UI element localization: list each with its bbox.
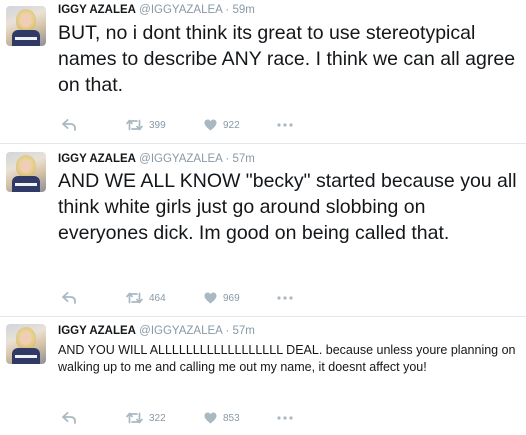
more-button[interactable]: [277, 290, 293, 306]
like-count: 922: [223, 119, 240, 131]
timestamp[interactable]: 59m: [232, 4, 254, 16]
timestamp[interactable]: 57m: [232, 153, 254, 165]
reply-button[interactable]: [62, 117, 76, 133]
tweet-header: IGGY AZALEA @IGGYAZALEA · 57m: [58, 324, 255, 338]
more-button[interactable]: [277, 410, 293, 426]
heart-icon: [204, 292, 217, 304]
retweet-button[interactable]: 399: [126, 117, 166, 133]
like-count: 853: [223, 412, 240, 424]
username-handle[interactable]: @IGGYAZALEA: [139, 4, 222, 16]
tweet-actions: 322 853: [58, 410, 358, 426]
username-handle[interactable]: @IGGYAZALEA: [139, 325, 222, 337]
tweet-header: IGGY AZALEA @IGGYAZALEA · 57m: [58, 152, 255, 166]
like-button[interactable]: 969: [204, 290, 240, 306]
separator-dot: ·: [225, 153, 230, 165]
separator-dot: ·: [225, 325, 230, 337]
like-count: 969: [223, 292, 240, 304]
more-dots-icon: [277, 416, 293, 420]
reply-icon: [62, 412, 76, 424]
heart-icon: [204, 119, 217, 131]
heart-icon: [204, 412, 217, 424]
reply-icon: [62, 119, 76, 131]
retweet-count: 322: [149, 412, 166, 424]
tweet-actions: 399 922: [58, 117, 358, 133]
tweet-text: AND YOU WILL ALLLLLLLLLLLLLLLLLL DEAL. b…: [58, 343, 516, 374]
username-handle[interactable]: @IGGYAZALEA: [139, 153, 222, 165]
display-name[interactable]: IGGY AZALEA: [58, 153, 136, 165]
tweet: IGGY AZALEA @IGGYAZALEA · 57m AND YOU WI…: [0, 316, 526, 435]
retweet-button[interactable]: 322: [126, 410, 166, 426]
display-name[interactable]: IGGY AZALEA: [58, 325, 136, 337]
reply-button[interactable]: [62, 290, 76, 306]
timestamp[interactable]: 57m: [232, 325, 254, 337]
retweet-count: 399: [149, 119, 166, 131]
tweet-header: IGGY AZALEA @IGGYAZALEA · 59m: [58, 3, 255, 17]
more-dots-icon: [277, 296, 293, 300]
separator-dot: ·: [225, 4, 230, 16]
reply-icon: [62, 292, 76, 304]
reply-button[interactable]: [62, 410, 76, 426]
avatar[interactable]: [6, 152, 46, 192]
retweet-icon: [126, 412, 143, 424]
tweet-actions: 464 969: [58, 290, 358, 306]
avatar[interactable]: [6, 6, 46, 46]
tweet: IGGY AZALEA @IGGYAZALEA · 59m BUT, no i …: [0, 0, 526, 143]
like-button[interactable]: 853: [204, 410, 240, 426]
more-button[interactable]: [277, 117, 293, 133]
avatar[interactable]: [6, 324, 46, 364]
tweet: IGGY AZALEA @IGGYAZALEA · 57m AND WE ALL…: [0, 143, 526, 316]
more-dots-icon: [277, 123, 293, 127]
tweet-text: AND WE ALL KNOW "becky" started because …: [58, 170, 517, 244]
retweet-count: 464: [149, 292, 166, 304]
tweet-text: BUT, no i dont think its great to use st…: [58, 22, 516, 96]
display-name[interactable]: IGGY AZALEA: [58, 4, 136, 16]
like-button[interactable]: 922: [204, 117, 240, 133]
retweet-icon: [126, 119, 143, 131]
retweet-icon: [126, 292, 143, 304]
retweet-button[interactable]: 464: [126, 290, 166, 306]
